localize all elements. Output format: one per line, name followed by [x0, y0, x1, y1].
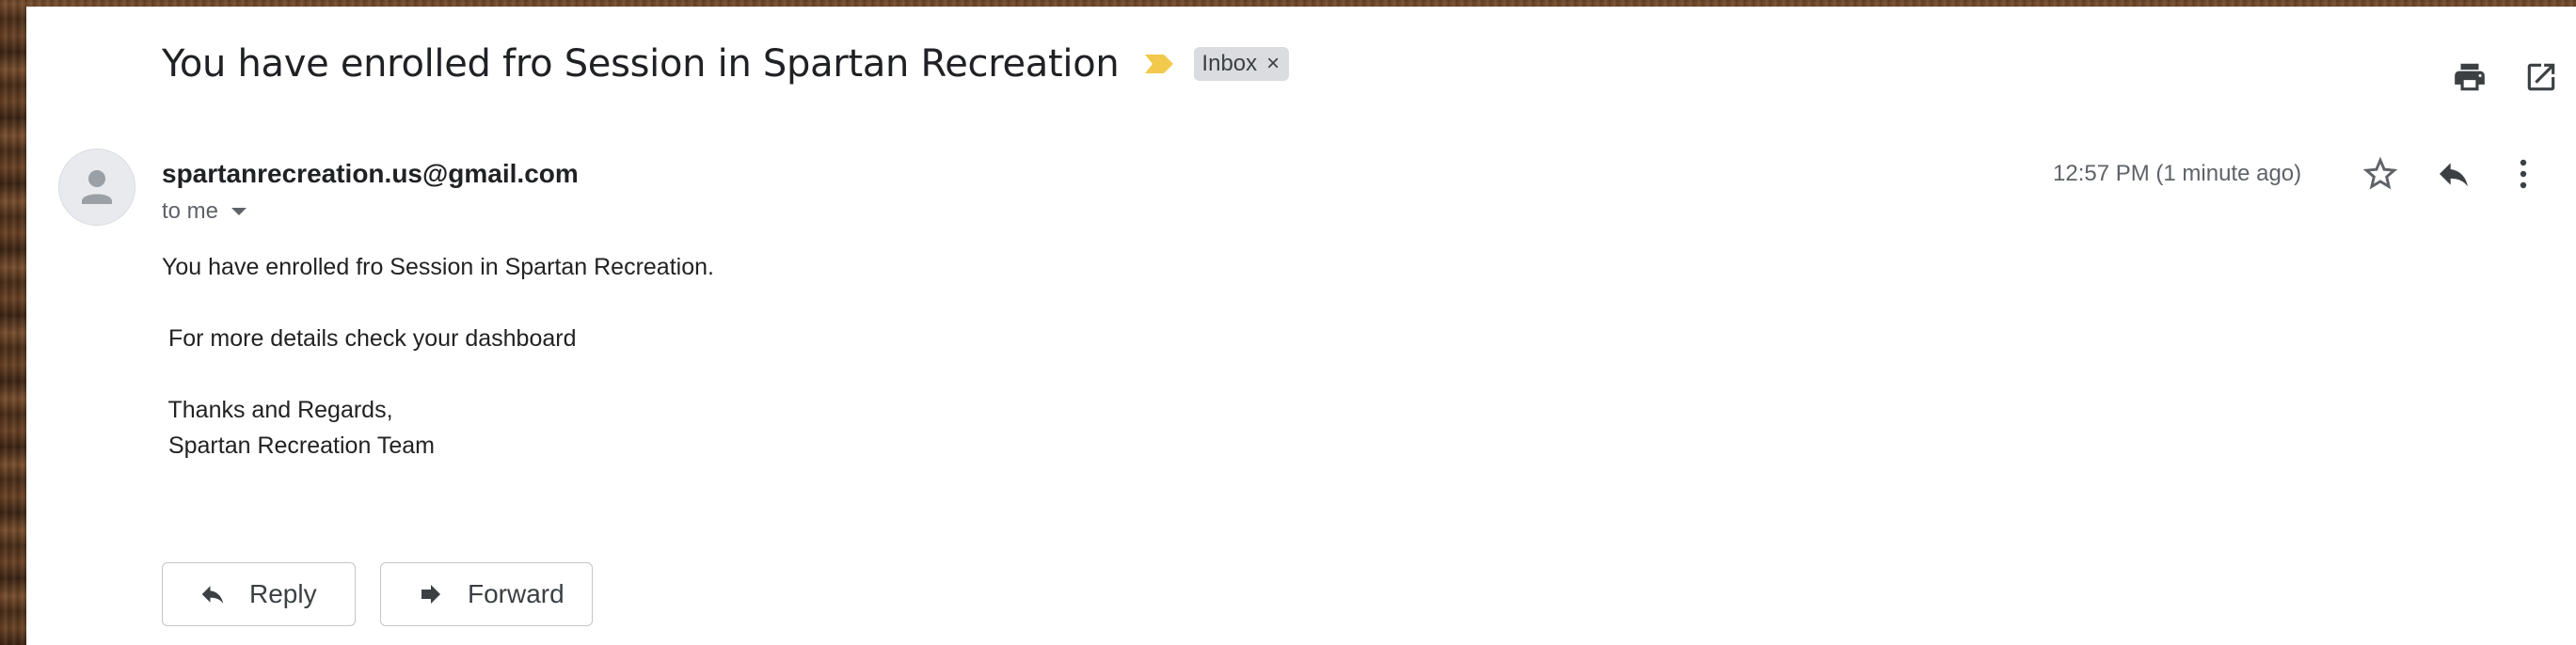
- forward-button-label: Forward: [468, 579, 564, 608]
- email-subject: You have enrolled fro Session in Spartan…: [162, 42, 1120, 86]
- body-line: For more details check your dashboard: [162, 325, 577, 352]
- sender-address[interactable]: spartanrecreation.us@gmail.com: [162, 159, 579, 189]
- person-avatar-icon[interactable]: [58, 149, 135, 226]
- subject-row: You have enrolled fro Session in Spartan…: [162, 42, 1290, 86]
- remove-label-button[interactable]: ×: [1266, 51, 1280, 77]
- reply-icon: [201, 586, 224, 604]
- email-timestamp: 12:57 PM (1 minute ago): [2053, 161, 2302, 186]
- chevron-down-icon[interactable]: [231, 208, 247, 215]
- importance-marker-icon[interactable]: [1143, 53, 1175, 75]
- more-vertical-icon[interactable]: [2514, 155, 2533, 193]
- forward-icon: [421, 585, 440, 604]
- email-view: You have enrolled fro Session in Spartan…: [26, 7, 2576, 645]
- open-in-new-window-icon[interactable]: [2523, 59, 2559, 95]
- body-line: Spartan Recreation Team: [162, 433, 435, 459]
- recipient-details-toggle[interactable]: to me: [162, 198, 247, 225]
- email-body: You have enrolled fro Session in Spartan…: [162, 249, 714, 464]
- reply-button-label: Reply: [249, 579, 317, 608]
- inbox-label-chip: Inbox ×: [1194, 47, 1290, 81]
- recipient-line: to me: [162, 198, 219, 224]
- reply-button[interactable]: Reply: [162, 562, 356, 626]
- body-line: You have enrolled fro Session in Spartan…: [162, 254, 714, 280]
- star-icon[interactable]: [2360, 153, 2401, 195]
- forward-button[interactable]: Forward: [380, 562, 593, 626]
- reply-icon[interactable]: [2433, 155, 2474, 193]
- inbox-label-text: Inbox: [1201, 51, 1258, 76]
- print-icon[interactable]: [2452, 59, 2488, 95]
- body-line: Thanks and Regards,: [162, 397, 393, 423]
- subject-actions: [2452, 59, 2559, 95]
